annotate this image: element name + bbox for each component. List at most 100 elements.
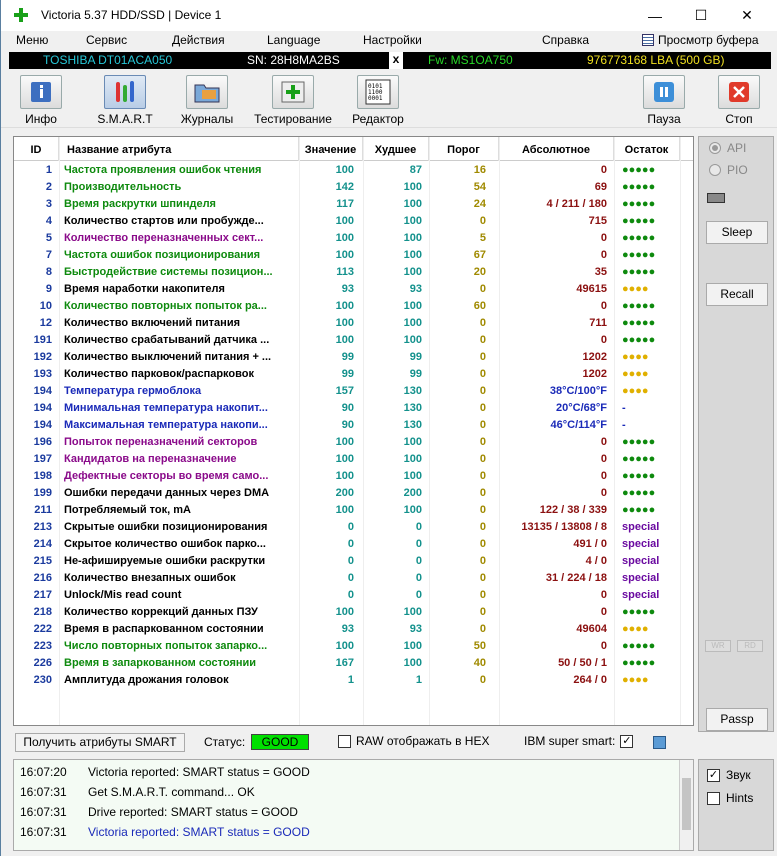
- table-row[interactable]: 199 Ошибки передачи данных через DMA 200 20…: [14, 485, 693, 502]
- table-row[interactable]: 12 Количество включений питания 100 100 0 711…: [14, 315, 693, 332]
- close-button[interactable]: ✕: [724, 0, 770, 31]
- table-row[interactable]: 9 Время наработки накопителя 93 93 0 49615 ●●●…: [14, 281, 693, 298]
- attr-raw: 264 / 0: [573, 674, 607, 686]
- col-worst[interactable]: Худшее: [363, 137, 429, 161]
- info-button[interactable]: Инфо: [16, 75, 66, 126]
- ibm-super-smart-checkbox[interactable]: IBM super smart: ✓: [524, 734, 634, 748]
- table-row[interactable]: 194 Минимальная температура накопит... 90 1…: [14, 400, 693, 417]
- log-scroll-thumb[interactable]: [682, 778, 691, 830]
- attr-name: Максимальная температура накопи...: [64, 419, 268, 431]
- attr-threshold: 0: [479, 674, 486, 686]
- table-row[interactable]: 213 Скрытые ошибки позиционирования 0 0 0 131…: [14, 519, 693, 536]
- menu-language[interactable]: Language: [267, 33, 320, 47]
- table-row[interactable]: 215 Не-афишируемые ошибки раскрутки 0 0 0 4 /…: [14, 553, 693, 570]
- pio-radio[interactable]: PIO: [709, 163, 748, 177]
- log-line: 16:07:31 Get S.M.A.R.T. command... OK: [20, 785, 255, 799]
- editor-button[interactable]: 0101 1100 0001 Редактор: [350, 75, 406, 126]
- api-radio[interactable]: API: [709, 141, 746, 155]
- attr-threshold: 0: [479, 385, 486, 397]
- table-row[interactable]: 223 Число повторных попыток запарко... 100…: [14, 638, 693, 655]
- sleep-button[interactable]: Sleep: [706, 221, 768, 244]
- table-row[interactable]: 211 Потребляемый ток, mA 100 100 0 122 / 38 /…: [14, 502, 693, 519]
- attr-raw: 0: [600, 589, 607, 601]
- col-name[interactable]: Название атрибута: [59, 137, 299, 161]
- logs-button[interactable]: Журналы: [179, 75, 235, 126]
- attr-threshold: 0: [479, 283, 486, 295]
- attr-raw: 20°C/68°F: [556, 402, 607, 414]
- table-row[interactable]: 3 Время раскрутки шпинделя 117 100 24 4 / 211…: [14, 196, 693, 213]
- col-id[interactable]: ID: [14, 137, 59, 161]
- table-row[interactable]: 218 Количество коррекций данных ПЗУ 100 100…: [14, 604, 693, 621]
- table-row[interactable]: 217 Unlock/Mis read count 0 0 0 0 special: [14, 587, 693, 604]
- table-row[interactable]: 191 Количество срабатываний датчика ... 10…: [14, 332, 693, 349]
- testing-button[interactable]: Тестирование: [253, 75, 333, 126]
- minimize-button[interactable]: —: [632, 0, 678, 31]
- menu-settings[interactable]: Настройки: [363, 33, 422, 47]
- recall-button[interactable]: Recall: [706, 283, 768, 306]
- passp-button[interactable]: Passp: [706, 708, 768, 731]
- attr-value: 200: [335, 487, 354, 499]
- col-remaining[interactable]: Остаток: [614, 137, 680, 161]
- attr-worst: 0: [415, 538, 422, 550]
- attr-threshold: 0: [479, 402, 486, 414]
- col-raw[interactable]: Абсолютное: [499, 137, 614, 161]
- table-row[interactable]: 198 Дефектные секторы во время само... 100…: [14, 468, 693, 485]
- menu-help[interactable]: Справка: [542, 33, 589, 47]
- menu-main[interactable]: Меню: [16, 33, 48, 47]
- table-row[interactable]: 10 Количество повторных попыток ра... 100 1…: [14, 298, 693, 315]
- hints-checkbox[interactable]: Hints: [707, 791, 753, 805]
- attr-id: 199: [33, 487, 52, 499]
- raw-hex-checkbox[interactable]: RAW отображать в HEX: [338, 734, 489, 748]
- maximize-button[interactable]: ☐: [678, 0, 724, 31]
- table-row[interactable]: 8 Быстродействие системы позицион... 113 10…: [14, 264, 693, 281]
- sound-checkbox[interactable]: ✓ Звук: [707, 768, 751, 782]
- stop-button[interactable]: Стоп: [716, 75, 762, 126]
- table-row[interactable]: 214 Скрытое количество ошибок парко... 0 0 0…: [14, 536, 693, 553]
- table-row[interactable]: 216 Количество внезапных ошибок 0 0 0 31 / 22…: [14, 570, 693, 587]
- table-row[interactable]: 192 Количество выключений питания + ... 99…: [14, 349, 693, 366]
- attr-name: Скрытое количество ошибок парко...: [64, 538, 266, 550]
- attr-value: 100: [335, 317, 354, 329]
- log-scrollbar[interactable]: [679, 760, 693, 850]
- table-row[interactable]: 196 Попыток переназначений секторов 100 100…: [14, 434, 693, 451]
- get-smart-button[interactable]: Получить атрибуты SMART: [15, 733, 185, 752]
- buffer-icon: [642, 34, 654, 46]
- attr-raw: 1202: [582, 368, 607, 380]
- col-threshold[interactable]: Порог: [429, 137, 499, 161]
- table-row[interactable]: 194 Температура гермоблока 157 130 0 38°C/100…: [14, 383, 693, 400]
- attr-id: 196: [33, 436, 52, 448]
- menu-actions[interactable]: Действия: [172, 33, 225, 47]
- app-cross-icon: [14, 8, 28, 22]
- menu-service[interactable]: Сервис: [86, 33, 127, 47]
- table-row[interactable]: 222 Время в распаркованном состоянии 93 93 0…: [14, 621, 693, 638]
- drive-info-bar: TOSHIBA DT01ACA050 SN: 28H8MA2BS x Fw: M…: [9, 52, 771, 69]
- table-row[interactable]: 226 Время в запаркованном состоянии 167 100…: [14, 655, 693, 672]
- drive-close-x[interactable]: x: [389, 52, 403, 69]
- attr-raw: 0: [600, 640, 607, 652]
- log-time: 16:07:31: [20, 785, 67, 799]
- api-label: API: [727, 141, 747, 155]
- table-row[interactable]: 194 Максимальная температура накопи... 90 1…: [14, 417, 693, 434]
- attr-name: Число повторных попыток запарко...: [64, 640, 268, 652]
- table-row[interactable]: 7 Частота ошибок позиционирования 100 100 67…: [14, 247, 693, 264]
- table-row[interactable]: 5 Количество переназначенных сект... 100 10…: [14, 230, 693, 247]
- attr-remaining: ●●●●●: [622, 334, 656, 346]
- info-label: Инфо: [25, 112, 57, 126]
- pio-label: PIO: [727, 163, 748, 177]
- smart-button[interactable]: S.M.A.R.T: [97, 75, 153, 126]
- table-row[interactable]: 1 Частота проявления ошибок чтения 100 87 16…: [14, 162, 693, 179]
- attr-threshold: 24: [473, 198, 486, 210]
- table-row[interactable]: 4 Количество стартов или пробужде... 100 10…: [14, 213, 693, 230]
- pause-button[interactable]: Пауза: [641, 75, 687, 126]
- attr-value: 100: [335, 470, 354, 482]
- buffer-view-menu[interactable]: Просмотр буфера: [642, 33, 759, 47]
- attr-name: Дефектные секторы во время само...: [64, 470, 269, 482]
- col-value[interactable]: Значение: [299, 137, 363, 161]
- table-row[interactable]: 2 Производительность 142 100 54 69 ●●●●●: [14, 179, 693, 196]
- attr-id: 9: [45, 283, 52, 295]
- table-row[interactable]: 197 Кандидатов на переназначение 100 100 0 0 ●…: [14, 451, 693, 468]
- table-row[interactable]: 193 Количество парковок/распарковок 99 99 0 1…: [14, 366, 693, 383]
- table-row[interactable]: 230 Амплитуда дрожания головок 1 1 0 264 / 0 ●…: [14, 672, 693, 689]
- attr-name: Быстродействие системы позицион...: [64, 266, 273, 278]
- color-indicator[interactable]: [653, 736, 666, 749]
